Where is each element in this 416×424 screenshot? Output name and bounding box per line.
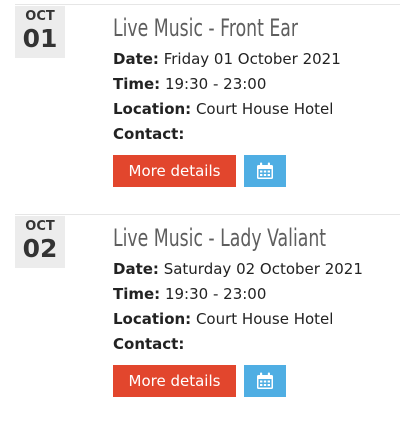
add-to-calendar-button[interactable]: [244, 155, 286, 187]
date-badge: OCT 01: [15, 6, 65, 58]
date-value: Saturday 02 October 2021: [163, 260, 363, 278]
date-month: OCT: [25, 9, 55, 24]
event-date: Date: Friday 01 October 2021: [113, 49, 341, 69]
date-value: Friday 01 October 2021: [163, 50, 341, 68]
event-item: OCT 02 Live Music - Lady Valiant Date: S…: [0, 210, 416, 420]
date-day: 01: [22, 24, 58, 53]
event-date: Date: Saturday 02 October 2021: [113, 259, 363, 279]
event-location: Location: Court House Hotel: [113, 99, 333, 119]
location-label: Location:: [113, 310, 192, 328]
location-value: Court House Hotel: [195, 310, 334, 328]
more-details-button[interactable]: More details: [113, 365, 236, 397]
event-time: Time: 19:30 - 23:00: [113, 284, 266, 304]
time-value: 19:30 - 23:00: [164, 75, 267, 93]
more-details-button[interactable]: More details: [113, 155, 236, 187]
date-label: Date:: [113, 260, 159, 278]
time-value: 19:30 - 23:00: [164, 285, 267, 303]
location-label: Location:: [113, 100, 192, 118]
location-value: Court House Hotel: [195, 100, 334, 118]
contact-label: Contact:: [113, 125, 185, 143]
calendar-icon: [257, 372, 273, 389]
event-divider: [15, 214, 400, 215]
event-contact: Contact:: [113, 124, 184, 144]
contact-label: Contact:: [113, 335, 185, 353]
time-label: Time:: [113, 285, 161, 303]
event-title[interactable]: Live Music - Front Ear: [113, 12, 298, 44]
time-label: Time:: [113, 75, 161, 93]
date-day: 02: [22, 234, 58, 263]
calendar-icon: [257, 162, 273, 179]
date-badge: OCT 02: [15, 216, 65, 268]
event-time: Time: 19:30 - 23:00: [113, 74, 266, 94]
event-contact: Contact:: [113, 334, 184, 354]
event-location: Location: Court House Hotel: [113, 309, 333, 329]
event-divider: [15, 4, 400, 5]
date-month: OCT: [25, 219, 55, 234]
date-label: Date:: [113, 50, 159, 68]
event-item: OCT 01 Live Music - Front Ear Date: Frid…: [0, 0, 416, 210]
add-to-calendar-button[interactable]: [244, 365, 286, 397]
event-title[interactable]: Live Music - Lady Valiant: [113, 222, 326, 254]
